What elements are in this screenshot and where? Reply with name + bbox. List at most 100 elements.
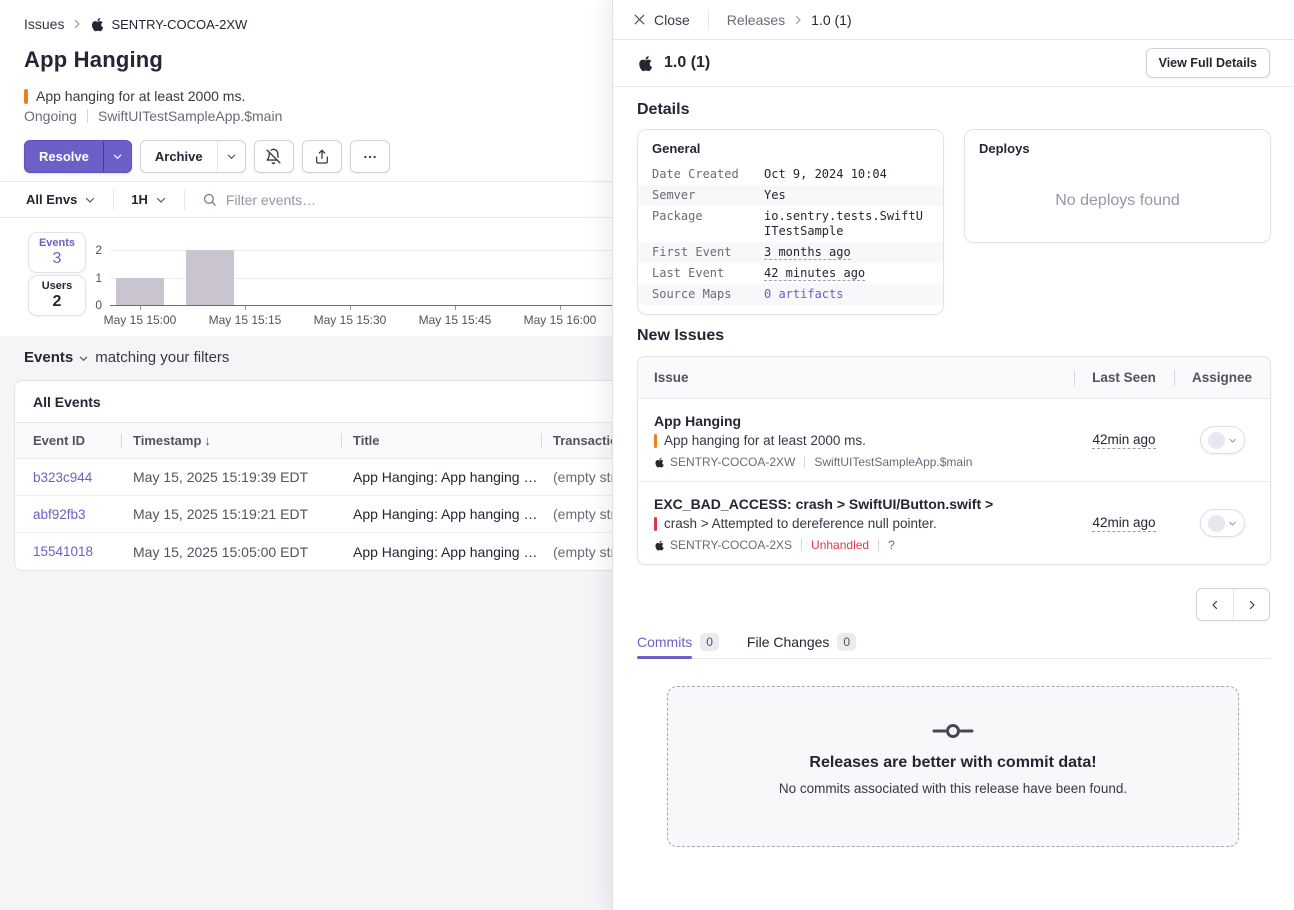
sort-descending-icon: ↓ xyxy=(204,433,211,448)
archive-dropdown-button[interactable] xyxy=(217,141,245,172)
close-drawer-button[interactable]: Close xyxy=(633,12,690,28)
unknown-marker: ? xyxy=(888,538,895,552)
first-event-value: 3 months ago xyxy=(764,245,851,260)
column-timestamp-label: Timestamp xyxy=(133,433,201,448)
avatar xyxy=(1208,432,1225,449)
chart-x-tick-label: May 15 15:45 xyxy=(405,313,505,327)
release-title: 1.0 (1) xyxy=(664,54,710,72)
event-title: App Hanging: App hanging for at least 20… xyxy=(341,544,541,560)
column-assignee: Assignee xyxy=(1174,370,1270,385)
tab-file-changes[interactable]: File Changes 0 xyxy=(747,626,856,658)
issue-title-link[interactable]: EXC_BAD_ACCESS: crash > SwiftUI/Button.s… xyxy=(654,495,1066,513)
assignee-dropdown[interactable] xyxy=(1200,426,1245,454)
column-event-id[interactable]: Event ID xyxy=(15,433,121,448)
issue-actions: Resolve Archive xyxy=(24,140,390,173)
issue-title-link[interactable]: App Hanging xyxy=(654,412,1066,430)
resolve-split-button: Resolve xyxy=(24,140,132,173)
general-row: Date Created Oct 9, 2024 10:04 xyxy=(638,164,943,185)
archive-button[interactable]: Archive xyxy=(141,141,217,172)
chart-x-tick xyxy=(140,306,141,310)
events-heading-dropdown[interactable]: Events xyxy=(24,349,73,366)
new-issue-row: EXC_BAD_ACCESS: crash > SwiftUI/Button.s… xyxy=(638,482,1270,564)
project-badge: SENTRY-COCOA-2XW xyxy=(654,455,795,469)
assignee-dropdown[interactable] xyxy=(1200,509,1245,537)
chart-x-tick-label: May 15 15:30 xyxy=(300,313,400,327)
chart-x-tick xyxy=(350,306,351,310)
archive-split-button: Archive xyxy=(140,140,246,173)
previous-page-button[interactable] xyxy=(1197,589,1233,620)
mute-button[interactable] xyxy=(254,140,294,173)
general-card: General Date Created Oct 9, 2024 10:04 S… xyxy=(637,129,944,315)
column-timestamp[interactable]: Timestamp↓ xyxy=(121,433,341,448)
column-title[interactable]: Title xyxy=(341,433,541,448)
filter-events-input[interactable]: Filter events… xyxy=(202,192,316,208)
resolve-dropdown-button[interactable] xyxy=(103,141,131,172)
event-id-link[interactable]: 15541018 xyxy=(15,544,121,559)
breadcrumb-releases-link[interactable]: Releases xyxy=(727,12,785,28)
source-maps-link[interactable]: 0 artifacts xyxy=(764,287,929,302)
divider xyxy=(804,456,805,468)
event-title: App Hanging: App hanging for at least 20… xyxy=(341,506,541,522)
close-icon xyxy=(633,13,646,26)
event-id-link[interactable]: abf92fb3 xyxy=(15,507,121,522)
new-issues-header: Issue Last Seen Assignee xyxy=(638,357,1270,399)
issue-annotation: SwiftUITestSampleApp.$main xyxy=(814,455,972,469)
tab-commits[interactable]: Commits 0 xyxy=(637,626,719,658)
chevron-down-icon xyxy=(226,151,237,162)
users-count-value: 2 xyxy=(53,293,62,311)
breadcrumb-project[interactable]: SENTRY-COCOA-2XW xyxy=(90,17,247,32)
events-count-label: Events xyxy=(39,237,75,250)
release-tabs: Commits 0 File Changes 0 xyxy=(637,626,1271,659)
chart-x-tick-label: May 15 16:00 xyxy=(510,313,610,327)
avatar xyxy=(1208,515,1225,532)
issue-message-text: App hanging for at least 2000 ms. xyxy=(664,433,866,448)
general-row: Package io.sentry.tests.SwiftUITestSampl… xyxy=(638,206,943,242)
general-row-value: io.sentry.tests.SwiftUITestSample xyxy=(764,209,929,239)
chart-y-tick-label: 1 xyxy=(84,271,102,285)
share-button[interactable] xyxy=(302,140,342,173)
issue-message: App hanging for at least 2000 ms. xyxy=(24,88,245,104)
date-range-selector[interactable]: 1H xyxy=(131,192,167,207)
deploys-empty-message: No deploys found xyxy=(965,192,1270,210)
date-range-label: 1H xyxy=(131,192,148,207)
issue-message: App hanging for at least 2000 ms. xyxy=(654,433,1066,448)
event-id-link[interactable]: b323c944 xyxy=(15,470,121,485)
divider xyxy=(878,539,879,551)
new-issues-table: Issue Last Seen Assignee App Hanging App… xyxy=(637,356,1271,565)
general-row-value: Oct 9, 2024 10:04 xyxy=(764,167,929,182)
events-count-toggle[interactable]: Events 3 xyxy=(28,232,86,273)
users-count-toggle[interactable]: Users 2 xyxy=(28,275,86,316)
divider xyxy=(801,539,802,551)
project-slug: SENTRY-COCOA-2XW xyxy=(670,455,795,469)
details-heading: Details xyxy=(637,101,689,119)
general-row: First Event 3 months ago xyxy=(638,242,943,263)
breadcrumb-project-label: SENTRY-COCOA-2XW xyxy=(111,17,247,32)
tab-commits-label: Commits xyxy=(637,626,692,658)
status-badge: Ongoing xyxy=(24,108,77,124)
chevron-down-icon xyxy=(84,194,96,206)
general-row-label: Date Created xyxy=(652,167,764,182)
apple-icon xyxy=(637,55,654,72)
deploys-card-title: Deploys xyxy=(979,141,1256,156)
event-title: App Hanging: App hanging for at least 20… xyxy=(341,469,541,485)
more-actions-button[interactable] xyxy=(350,140,390,173)
general-row: Semver Yes xyxy=(638,185,943,206)
chevron-right-icon xyxy=(71,18,83,30)
commits-count-badge: 0 xyxy=(700,633,719,651)
breadcrumb-issues-link[interactable]: Issues xyxy=(24,16,64,32)
next-page-button[interactable] xyxy=(1233,589,1269,620)
resolve-button[interactable]: Resolve xyxy=(25,141,103,172)
general-card-title: General xyxy=(638,141,943,164)
view-full-details-button[interactable]: View Full Details xyxy=(1146,48,1270,78)
apple-icon xyxy=(654,540,665,551)
environment-selector[interactable]: All Envs xyxy=(26,192,96,207)
project-slug: SENTRY-COCOA-2XS xyxy=(670,538,792,552)
chart-bar xyxy=(186,250,234,305)
general-row-value: 42 minutes ago xyxy=(764,266,929,281)
events-chart: 012May 15 15:00May 15 15:15May 15 15:30M… xyxy=(110,230,630,330)
chevron-right-icon xyxy=(1246,599,1258,611)
chart-stat-toggles: Events 3 Users 2 xyxy=(28,232,86,318)
close-label: Close xyxy=(654,12,690,28)
column-issue: Issue xyxy=(638,370,1074,385)
divider xyxy=(708,10,709,30)
